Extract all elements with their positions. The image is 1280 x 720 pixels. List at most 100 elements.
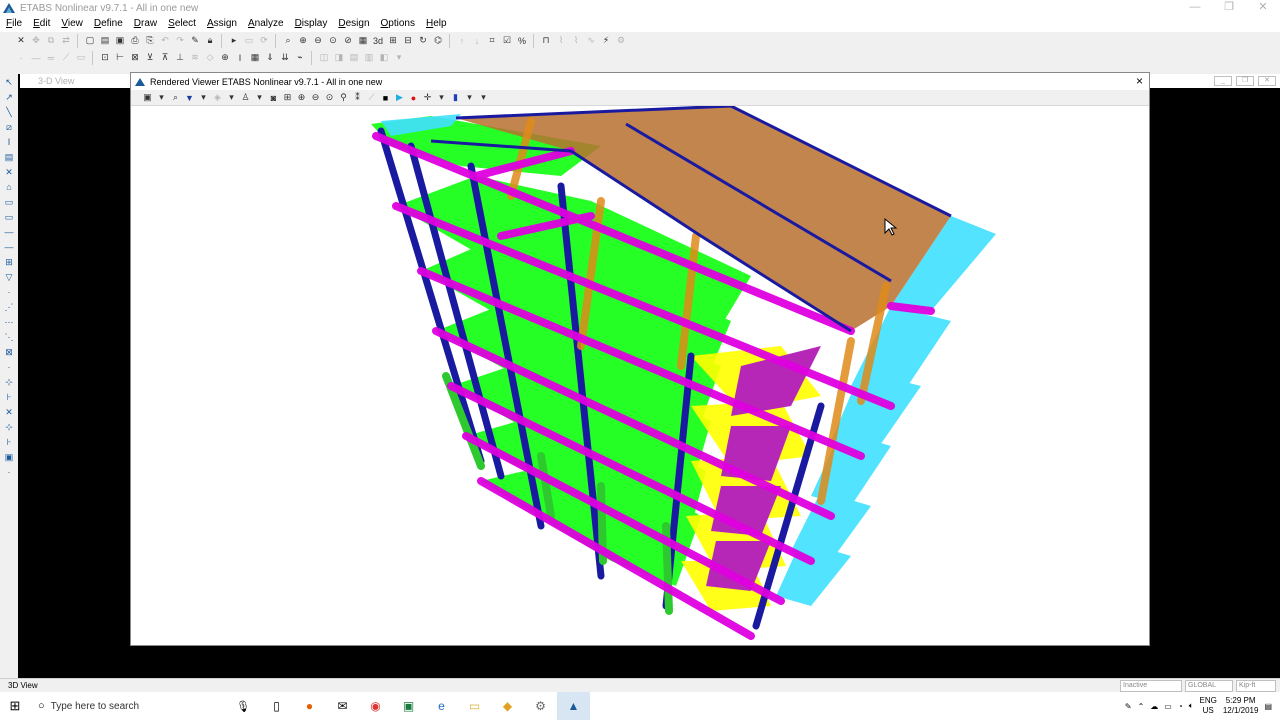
show-shells-icon[interactable]: ◧ [377, 51, 391, 65]
intersect-icon[interactable]: ⊻ [143, 51, 157, 65]
network-icon[interactable]: ◔ [1178, 702, 1183, 711]
menu-define[interactable]: Define [88, 16, 128, 32]
mail-icon[interactable]: ✉ [326, 692, 359, 720]
snap-midpoint-icon[interactable]: ⊹ [2, 375, 16, 389]
status-select[interactable]: Inactive [1120, 680, 1182, 692]
viewer-dropdown-icon[interactable]: ▾ [253, 91, 266, 104]
set-display-icon[interactable]: ☑ [500, 34, 514, 48]
select-all-icon[interactable]: ⊡ [98, 51, 112, 65]
bg-minimize-icon[interactable]: _ [1214, 76, 1232, 86]
windows-start-icon[interactable]: ⊞ [0, 698, 30, 714]
load-icon[interactable]: ⇓ [263, 51, 277, 65]
steel-design-icon[interactable]: ⚙︎ [614, 34, 628, 48]
delete-icon[interactable]: ✕ [14, 34, 28, 48]
print-tables-icon[interactable]: ⎘ [143, 34, 157, 48]
print-icon[interactable]: ⎙ [128, 34, 142, 48]
frame-section-icon[interactable]: I [233, 51, 247, 65]
plan-view-icon[interactable]: ⊞ [386, 34, 400, 48]
elevation-view-icon[interactable]: ⊟ [401, 34, 415, 48]
input-language[interactable]: ENG US [1200, 696, 1217, 716]
shell-section-icon[interactable]: ▦ [248, 51, 262, 65]
analysis-icon[interactable]: ▭ [242, 34, 256, 48]
zoom-previous-icon[interactable]: ⊘ [341, 34, 355, 48]
refresh-icon[interactable]: ⟳ [257, 34, 271, 48]
draw-brace-icon[interactable]: ⟋ [59, 51, 73, 65]
show-hidden-icons-icon[interactable]: ⌃ [1138, 702, 1145, 711]
draw-wall-object-icon[interactable]: ▤ [2, 150, 16, 164]
bg-restore-icon[interactable]: ❐ [1236, 76, 1254, 86]
show-loads-icon[interactable]: ◨ [332, 51, 346, 65]
bg-close-icon[interactable]: ✕ [1258, 76, 1276, 86]
show-output-icon[interactable]: ▥ [362, 51, 376, 65]
run-icon[interactable]: ▸ [227, 34, 241, 48]
frame-icon[interactable]: ⊓ [539, 34, 553, 48]
menu-draw[interactable]: Draw [128, 16, 162, 32]
move-down-icon[interactable]: ↓ [470, 34, 484, 48]
viewer-dropdown-icon[interactable]: ▾ [197, 91, 210, 104]
viewer-color-bar-icon[interactable]: ▮ [449, 91, 462, 104]
draw-line-icon[interactable]: — [29, 51, 43, 65]
viewer-zoom-window-icon[interactable]: ⊙ [323, 91, 336, 104]
draw-brace-object-icon[interactable]: ✕ [2, 165, 16, 179]
chrome-icon[interactable]: ◉ [359, 692, 392, 720]
viewer-person-icon[interactable]: ♙ [239, 91, 252, 104]
viewer-more-icon[interactable]: ▾ [477, 91, 490, 104]
rotate-icon[interactable]: ↻ [416, 34, 430, 48]
viewer-stop-icon[interactable]: ■ [379, 91, 392, 104]
viewer-record-icon[interactable]: ● [407, 91, 420, 104]
draw-line-object-icon[interactable]: ╲ [2, 105, 16, 119]
etabs-taskbar-icon[interactable]: ▲ [557, 692, 590, 720]
draw-dimension-icon[interactable]: — [2, 240, 16, 254]
zoom-in-icon[interactable]: ⊕ [296, 34, 310, 48]
mass-icon[interactable]: ⊕ [218, 51, 232, 65]
microphone-icon[interactable]: 🎙︎ [236, 700, 250, 713]
snap-more-icon[interactable]: · [2, 360, 16, 374]
menu-help[interactable]: Help [420, 16, 452, 32]
coordinate-system-select[interactable]: GLOBAL [1185, 680, 1233, 692]
snap-lines-icon[interactable]: ⊦ [2, 390, 16, 404]
draw-beam-object-icon[interactable]: ⧄ [2, 120, 16, 134]
viewer-camera-icon[interactable]: ◙ [267, 91, 280, 104]
move-up-icon[interactable]: ↑ [455, 34, 469, 48]
draw-beam-icon[interactable]: ═ [44, 51, 58, 65]
draw-opening-icon[interactable]: — [2, 225, 16, 239]
sketchy-app-icon[interactable]: ◆ [491, 692, 524, 720]
draw-wall-area-icon[interactable]: ▭ [2, 210, 16, 224]
viewer-axes-icon[interactable]: ✛ [421, 91, 434, 104]
snap-area-icon[interactable]: ▣ [2, 450, 16, 464]
draw-section-cut-icon[interactable]: ▽ [2, 270, 16, 284]
viewer-zoom-icon[interactable]: ⌕ [169, 91, 182, 104]
draw-rect-area-icon[interactable]: ▭ [2, 195, 16, 209]
menu-select[interactable]: Select [162, 16, 201, 32]
lock-icon[interactable]: 🔒︎ [203, 34, 217, 48]
viewer-filter-icon[interactable]: ▼ [183, 91, 196, 104]
close-icon[interactable]: ✕ [1246, 0, 1280, 16]
menu-options[interactable]: Options [375, 16, 420, 32]
viewer-zoom-out-icon[interactable]: ⊖ [309, 91, 322, 104]
pen-icon[interactable]: ✎ [1125, 702, 1132, 711]
deformed-shape-icon[interactable]: ⌇ [554, 34, 568, 48]
snap-grid-icon[interactable]: ⊹ [2, 420, 16, 434]
viewer-fly-icon[interactable]: ⟋ [365, 91, 378, 104]
show-undeformed-icon[interactable]: ◫ [317, 51, 331, 65]
temperature-icon[interactable]: ⌁ [293, 51, 307, 65]
snap-ends-icon[interactable]: ⋯ [2, 315, 16, 329]
viewer-cube-icon[interactable]: ◈ [211, 91, 224, 104]
draw-column-icon[interactable]: I [2, 135, 16, 149]
reshape-icon[interactable]: ↗ [2, 90, 16, 104]
spring-icon[interactable]: ≋ [188, 51, 202, 65]
get-previous-icon[interactable]: ⊢ [113, 51, 127, 65]
units-select[interactable]: Kip-ft [1236, 680, 1276, 692]
pencil-icon[interactable]: ✎ [188, 34, 202, 48]
snap-end-icon[interactable]: · [2, 465, 16, 479]
edge-icon[interactable]: e [425, 692, 458, 720]
firefox-icon[interactable]: ● [293, 692, 326, 720]
draw-point-icon[interactable]: · [14, 51, 28, 65]
draw-area-icon[interactable]: ⌂ [2, 180, 16, 194]
taskbar-clock[interactable]: 5:29 PM 12/1/2019 [1223, 696, 1259, 716]
view-3d-button[interactable]: 3d [371, 34, 385, 48]
restore-icon[interactable]: ❐ [1212, 0, 1246, 16]
rendered-building-model[interactable] [131, 106, 1149, 643]
more-tools-icon[interactable]: · [2, 285, 16, 299]
snap-fine-icon[interactable]: ⊦ [2, 435, 16, 449]
